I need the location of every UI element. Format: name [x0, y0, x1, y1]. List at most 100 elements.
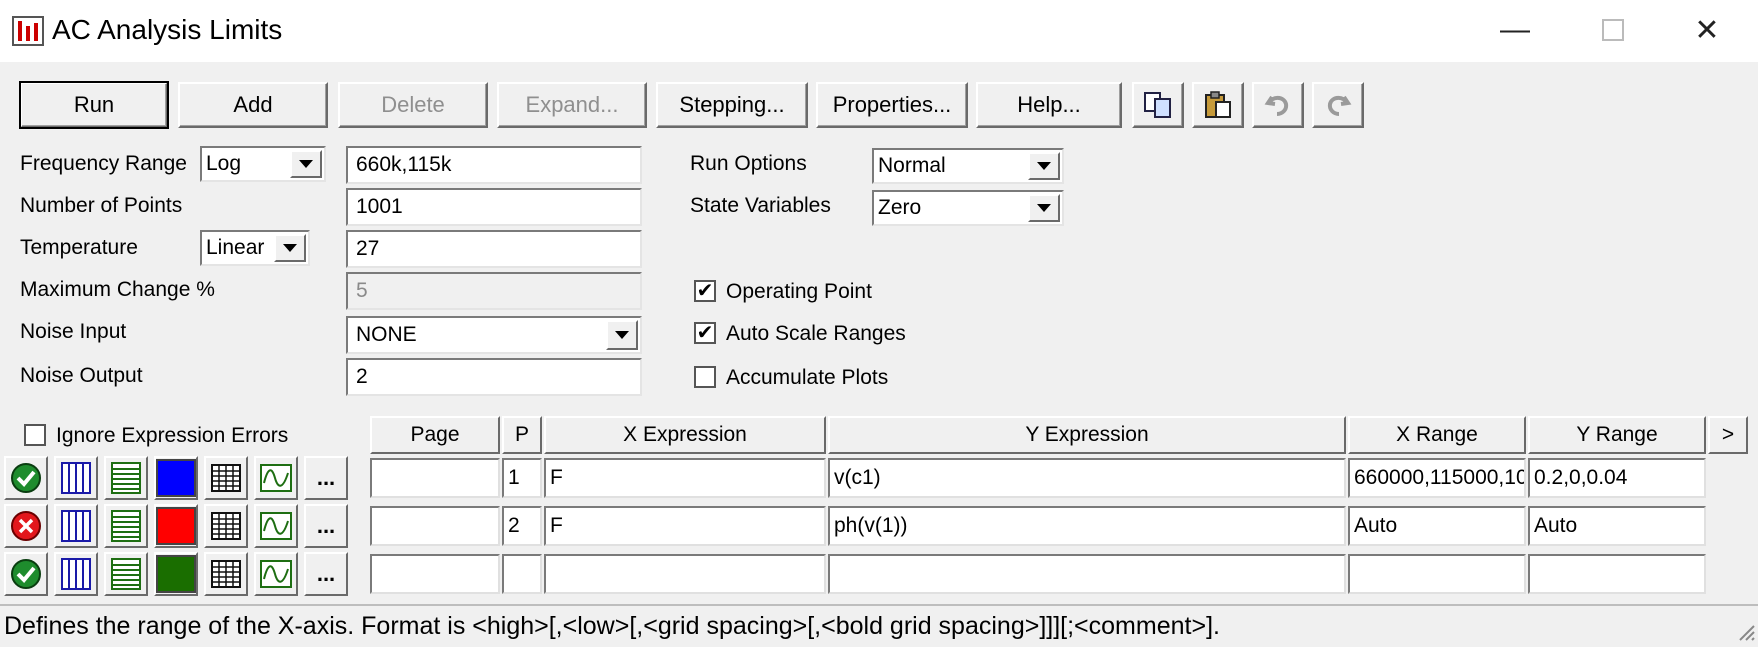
title-bar: AC Analysis Limits — ✕ — [0, 0, 1758, 62]
copy-icon[interactable] — [1132, 82, 1184, 128]
help-button[interactable]: Help... — [976, 82, 1122, 128]
header-p[interactable]: P — [502, 416, 542, 454]
minimize-button[interactable]: — — [1480, 10, 1550, 50]
chevron-down-icon[interactable] — [274, 234, 306, 262]
run-options-select[interactable]: Normal — [872, 148, 1064, 184]
maximize-button[interactable] — [1578, 10, 1648, 50]
window-title: AC Analysis Limits — [52, 14, 283, 45]
cell-x-range[interactable]: Auto — [1348, 506, 1526, 546]
cell-x-range[interactable]: 660000,115000,100000 — [1348, 458, 1526, 498]
frequency-range-mode-select[interactable]: Log — [200, 146, 326, 182]
waveform-icon[interactable] — [254, 456, 298, 500]
undo-icon[interactable] — [1252, 82, 1304, 128]
header-y-expression[interactable]: Y Expression — [828, 416, 1346, 454]
cell-y-expression[interactable] — [828, 554, 1346, 594]
noise-input-value: NONE — [356, 323, 417, 346]
curve-color-button[interactable] — [154, 456, 198, 500]
state-variables-select[interactable]: Zero — [872, 190, 1064, 226]
cell-x-expression[interactable]: F — [544, 506, 826, 546]
noise-input-label: Noise Input — [20, 320, 127, 343]
temperature-mode-select[interactable]: Linear — [200, 230, 310, 266]
cell-y-range[interactable] — [1528, 554, 1706, 594]
cell-p[interactable]: 2 — [502, 506, 542, 546]
paste-icon[interactable] — [1192, 82, 1244, 128]
stepping-button[interactable]: Stepping... — [656, 82, 808, 128]
frequency-range-input[interactable]: 660k,115k — [346, 146, 642, 184]
header-x-expression[interactable]: X Expression — [544, 416, 826, 454]
curve-color-button[interactable] — [154, 504, 198, 548]
x-axis-grid-icon[interactable] — [54, 456, 98, 500]
cell-y-expression[interactable]: ph(v(1)) — [828, 506, 1346, 546]
frequency-range-mode-value: Log — [206, 152, 242, 175]
properties-button[interactable]: Properties... — [816, 82, 968, 128]
cell-page[interactable] — [370, 458, 500, 498]
numeric-output-icon[interactable] — [204, 456, 248, 500]
disable-toggle-icon[interactable] — [4, 504, 48, 548]
expand-button[interactable]: Expand... — [497, 82, 647, 128]
run-options-value: Normal — [878, 154, 946, 177]
cell-x-expression[interactable]: F — [544, 458, 826, 498]
add-button[interactable]: Add — [178, 82, 328, 128]
cell-y-range[interactable]: 0.2,0,0.04 — [1528, 458, 1706, 498]
temperature-mode-value: Linear — [206, 236, 265, 259]
operating-point-checkbox[interactable]: ✔ — [694, 280, 716, 302]
redo-icon[interactable] — [1312, 82, 1364, 128]
frequency-range-label: Frequency Range — [20, 152, 187, 175]
temperature-label: Temperature — [20, 236, 138, 259]
row-more-button[interactable]: ... — [304, 504, 348, 548]
enable-toggle-icon[interactable] — [4, 552, 48, 596]
delete-button[interactable]: Delete — [338, 82, 488, 128]
numeric-output-icon[interactable] — [204, 552, 248, 596]
curve-color-button[interactable] — [154, 552, 198, 596]
status-bar: Defines the range of the X-axis. Format … — [0, 604, 1758, 646]
cell-x-range[interactable] — [1348, 554, 1526, 594]
cell-page[interactable] — [370, 554, 500, 594]
cell-p[interactable]: 1 — [502, 458, 542, 498]
x-axis-grid-icon[interactable] — [54, 504, 98, 548]
auto-scale-checkbox[interactable]: ✔ — [694, 322, 716, 344]
header-more-columns-button[interactable]: > — [1708, 416, 1748, 454]
state-variables-value: Zero — [878, 196, 922, 219]
cell-y-expression[interactable]: v(c1) — [828, 458, 1346, 498]
x-axis-grid-icon[interactable] — [54, 552, 98, 596]
state-variables-label: State Variables — [690, 194, 831, 217]
cell-p[interactable] — [502, 554, 542, 594]
numeric-output-icon[interactable] — [204, 504, 248, 548]
row-more-button[interactable]: ... — [304, 456, 348, 500]
noise-output-input[interactable]: 2 — [346, 358, 642, 396]
cell-x-expression[interactable] — [544, 554, 826, 594]
enable-toggle-icon[interactable] — [4, 456, 48, 500]
chevron-down-icon[interactable] — [1028, 194, 1060, 222]
checkmark-icon: ✔ — [696, 280, 714, 302]
ignore-errors-checkbox[interactable] — [24, 424, 46, 446]
y-axis-grid-icon[interactable] — [104, 552, 148, 596]
resize-grip-icon[interactable] — [1736, 622, 1756, 642]
cell-page[interactable] — [370, 506, 500, 546]
chevron-down-icon[interactable] — [1028, 152, 1060, 180]
max-change-input: 5 — [346, 272, 642, 310]
row-more-button[interactable]: ... — [304, 552, 348, 596]
waveform-icon[interactable] — [254, 552, 298, 596]
header-y-range[interactable]: Y Range — [1528, 416, 1706, 454]
close-button[interactable]: ✕ — [1672, 10, 1742, 50]
noise-input-select[interactable]: NONE — [346, 316, 642, 354]
chevron-down-icon[interactable] — [606, 320, 638, 350]
max-change-label: Maximum Change % — [20, 278, 215, 301]
number-of-points-label: Number of Points — [20, 194, 183, 217]
y-axis-grid-icon[interactable] — [104, 456, 148, 500]
accumulate-plots-checkbox[interactable] — [694, 366, 716, 388]
accumulate-plots-label: Accumulate Plots — [726, 366, 889, 389]
auto-scale-label: Auto Scale Ranges — [726, 322, 906, 345]
temperature-input[interactable]: 27 — [346, 230, 642, 268]
app-icon — [12, 16, 44, 46]
y-axis-grid-icon[interactable] — [104, 504, 148, 548]
color-swatch — [156, 459, 196, 497]
color-swatch — [156, 555, 196, 593]
header-x-range[interactable]: X Range — [1348, 416, 1526, 454]
header-page[interactable]: Page — [370, 416, 500, 454]
run-button[interactable]: Run — [19, 81, 169, 129]
number-of-points-input[interactable]: 1001 — [346, 188, 642, 226]
chevron-down-icon[interactable] — [290, 150, 322, 178]
waveform-icon[interactable] — [254, 504, 298, 548]
cell-y-range[interactable]: Auto — [1528, 506, 1706, 546]
